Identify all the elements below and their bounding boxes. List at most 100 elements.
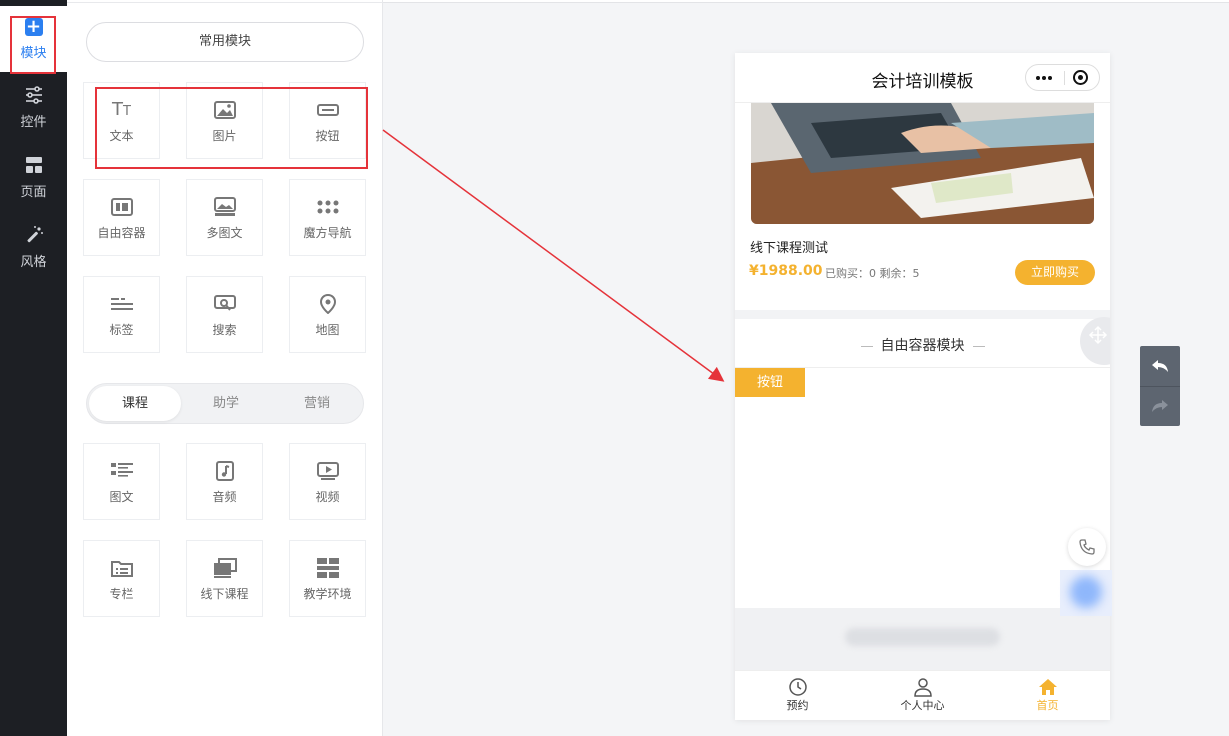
- free-container-title: 自由容器模块: [735, 335, 1110, 355]
- user-icon: [860, 671, 985, 697]
- module-label: 视频: [315, 489, 340, 504]
- redo-icon: [1152, 400, 1168, 412]
- module-free-container[interactable]: 自由容器: [83, 179, 160, 256]
- sliders-icon: [25, 85, 42, 104]
- miniprogram-capsule[interactable]: [1025, 64, 1100, 91]
- blurred-text: [845, 628, 1000, 646]
- course-stock: 已购买：0 剩余：5: [825, 267, 920, 280]
- nav-item-label: 风格: [20, 254, 47, 270]
- free-container-title-text: 自由容器模块: [880, 338, 965, 354]
- tabbar-item-booking[interactable]: 预约: [735, 671, 860, 720]
- course-cover-image[interactable]: [751, 103, 1094, 224]
- multi-image-icon: [213, 195, 237, 219]
- course-price: ¥1988.00: [749, 263, 823, 279]
- clock-icon: [735, 671, 860, 697]
- module-tag[interactable]: 标签: [83, 276, 160, 353]
- module-offline-course[interactable]: 线下课程: [186, 540, 263, 617]
- module-map[interactable]: 地图: [289, 276, 366, 353]
- tabbar-label: 首页: [1036, 699, 1059, 712]
- phone-tabbar: 预约 个人中心 首页: [735, 670, 1110, 720]
- undo-icon: [1152, 360, 1168, 372]
- tab-course[interactable]: 课程: [89, 386, 181, 421]
- tabbar-label: 预约: [786, 699, 809, 712]
- module-text[interactable]: TT 文本: [83, 82, 160, 159]
- module-audio[interactable]: 音频: [186, 443, 263, 520]
- panel-top-border: [67, 0, 383, 3]
- tabbar-item-home[interactable]: 首页: [985, 671, 1110, 720]
- module-label: 音频: [212, 489, 237, 504]
- module-label: 线下课程: [200, 586, 249, 601]
- video-icon: [316, 459, 340, 483]
- common-modules-title[interactable]: 常用模块: [86, 22, 364, 62]
- highlight-box: [10, 16, 56, 74]
- nav-item-style[interactable]: 风格: [0, 216, 67, 278]
- module-label: 搜索: [212, 322, 237, 337]
- module-label: 图片: [212, 128, 237, 143]
- audio-icon: [213, 459, 237, 483]
- module-teaching-environment[interactable]: 教学环境: [289, 540, 366, 617]
- module-search[interactable]: 搜索: [186, 276, 263, 353]
- nav-item-modules[interactable]: + 模块: [0, 6, 67, 74]
- module-video[interactable]: 视频: [289, 443, 366, 520]
- module-column[interactable]: 专栏: [83, 540, 160, 617]
- text-icon: TT: [112, 99, 131, 120]
- blurred-service-button[interactable]: [1060, 570, 1112, 616]
- canvas-top-border: [383, 0, 1229, 3]
- module-category-tabs: 课程 助学 营销: [86, 383, 364, 424]
- home-icon: [985, 671, 1110, 697]
- module-panel: 常用模块 TT 文本 图片 按钮 自由容器 多图文 魔方导航 标签 搜索 地图: [67, 0, 383, 736]
- module-label: 专栏: [109, 586, 134, 601]
- folder-icon: [110, 556, 134, 580]
- close-target-icon[interactable]: [1073, 70, 1088, 85]
- more-icon[interactable]: [1036, 76, 1054, 80]
- tabbar-label: 个人中心: [900, 699, 945, 712]
- module-label: 自由容器: [97, 225, 146, 240]
- module-cube-nav[interactable]: 魔方导航: [289, 179, 366, 256]
- left-nav: + 模块 控件 页面 风格: [0, 0, 67, 736]
- module-article[interactable]: 图文: [83, 443, 160, 520]
- module-label: 按钮: [315, 128, 340, 143]
- module-label: 地图: [315, 322, 340, 337]
- module-image[interactable]: 图片: [186, 82, 263, 159]
- nav-item-label: 页面: [20, 184, 47, 200]
- phone-header: 会计培训模板: [735, 53, 1110, 103]
- container-button[interactable]: 按钮: [735, 368, 805, 397]
- grid-dots-icon: [316, 195, 340, 219]
- module-button[interactable]: 按钮: [289, 82, 366, 159]
- phone-call-button[interactable]: [1068, 528, 1106, 566]
- section-gap: [735, 310, 1110, 319]
- phone-preview: 会计培训模板 线下课程测试 ¥1988.00 已购买：0 剩余：5 立即购买 自…: [735, 53, 1110, 720]
- phone-icon: [1079, 539, 1095, 555]
- course-name: 线下课程测试: [750, 241, 829, 256]
- module-label: 标签: [109, 322, 134, 337]
- nav-item-pages[interactable]: 页面: [0, 146, 67, 208]
- nav-item-controls[interactable]: 控件: [0, 76, 67, 138]
- module-multi-image[interactable]: 多图文: [186, 179, 263, 256]
- capsule-divider: [1064, 71, 1065, 85]
- nav-item-label: 控件: [20, 114, 47, 130]
- tag-icon: [110, 292, 134, 316]
- module-label: 图文: [109, 489, 134, 504]
- container-icon: [110, 195, 134, 219]
- list-icon: [110, 459, 134, 483]
- buy-now-button[interactable]: 立即购买: [1015, 260, 1095, 285]
- undo-redo-toolbar: [1140, 346, 1180, 426]
- search-icon: [213, 292, 237, 316]
- module-label: 多图文: [206, 225, 243, 240]
- tab-marketing[interactable]: 营销: [271, 386, 363, 421]
- magic-wand-icon: [26, 225, 43, 242]
- module-label: 魔方导航: [303, 225, 352, 240]
- tabbar-item-profile[interactable]: 个人中心: [860, 671, 985, 720]
- map-pin-icon: [316, 292, 340, 316]
- module-label: 文本: [109, 128, 134, 143]
- module-label: 教学环境: [303, 586, 352, 601]
- button-icon: [316, 98, 340, 122]
- image-icon: [213, 98, 237, 122]
- blurred-footer: [735, 608, 1110, 670]
- page-layout-icon: [25, 156, 42, 173]
- redo-button[interactable]: [1140, 386, 1180, 426]
- tab-study-aid[interactable]: 助学: [180, 386, 272, 421]
- offline-course-icon: [213, 556, 237, 580]
- environment-icon: [316, 556, 340, 580]
- undo-button[interactable]: [1140, 346, 1180, 386]
